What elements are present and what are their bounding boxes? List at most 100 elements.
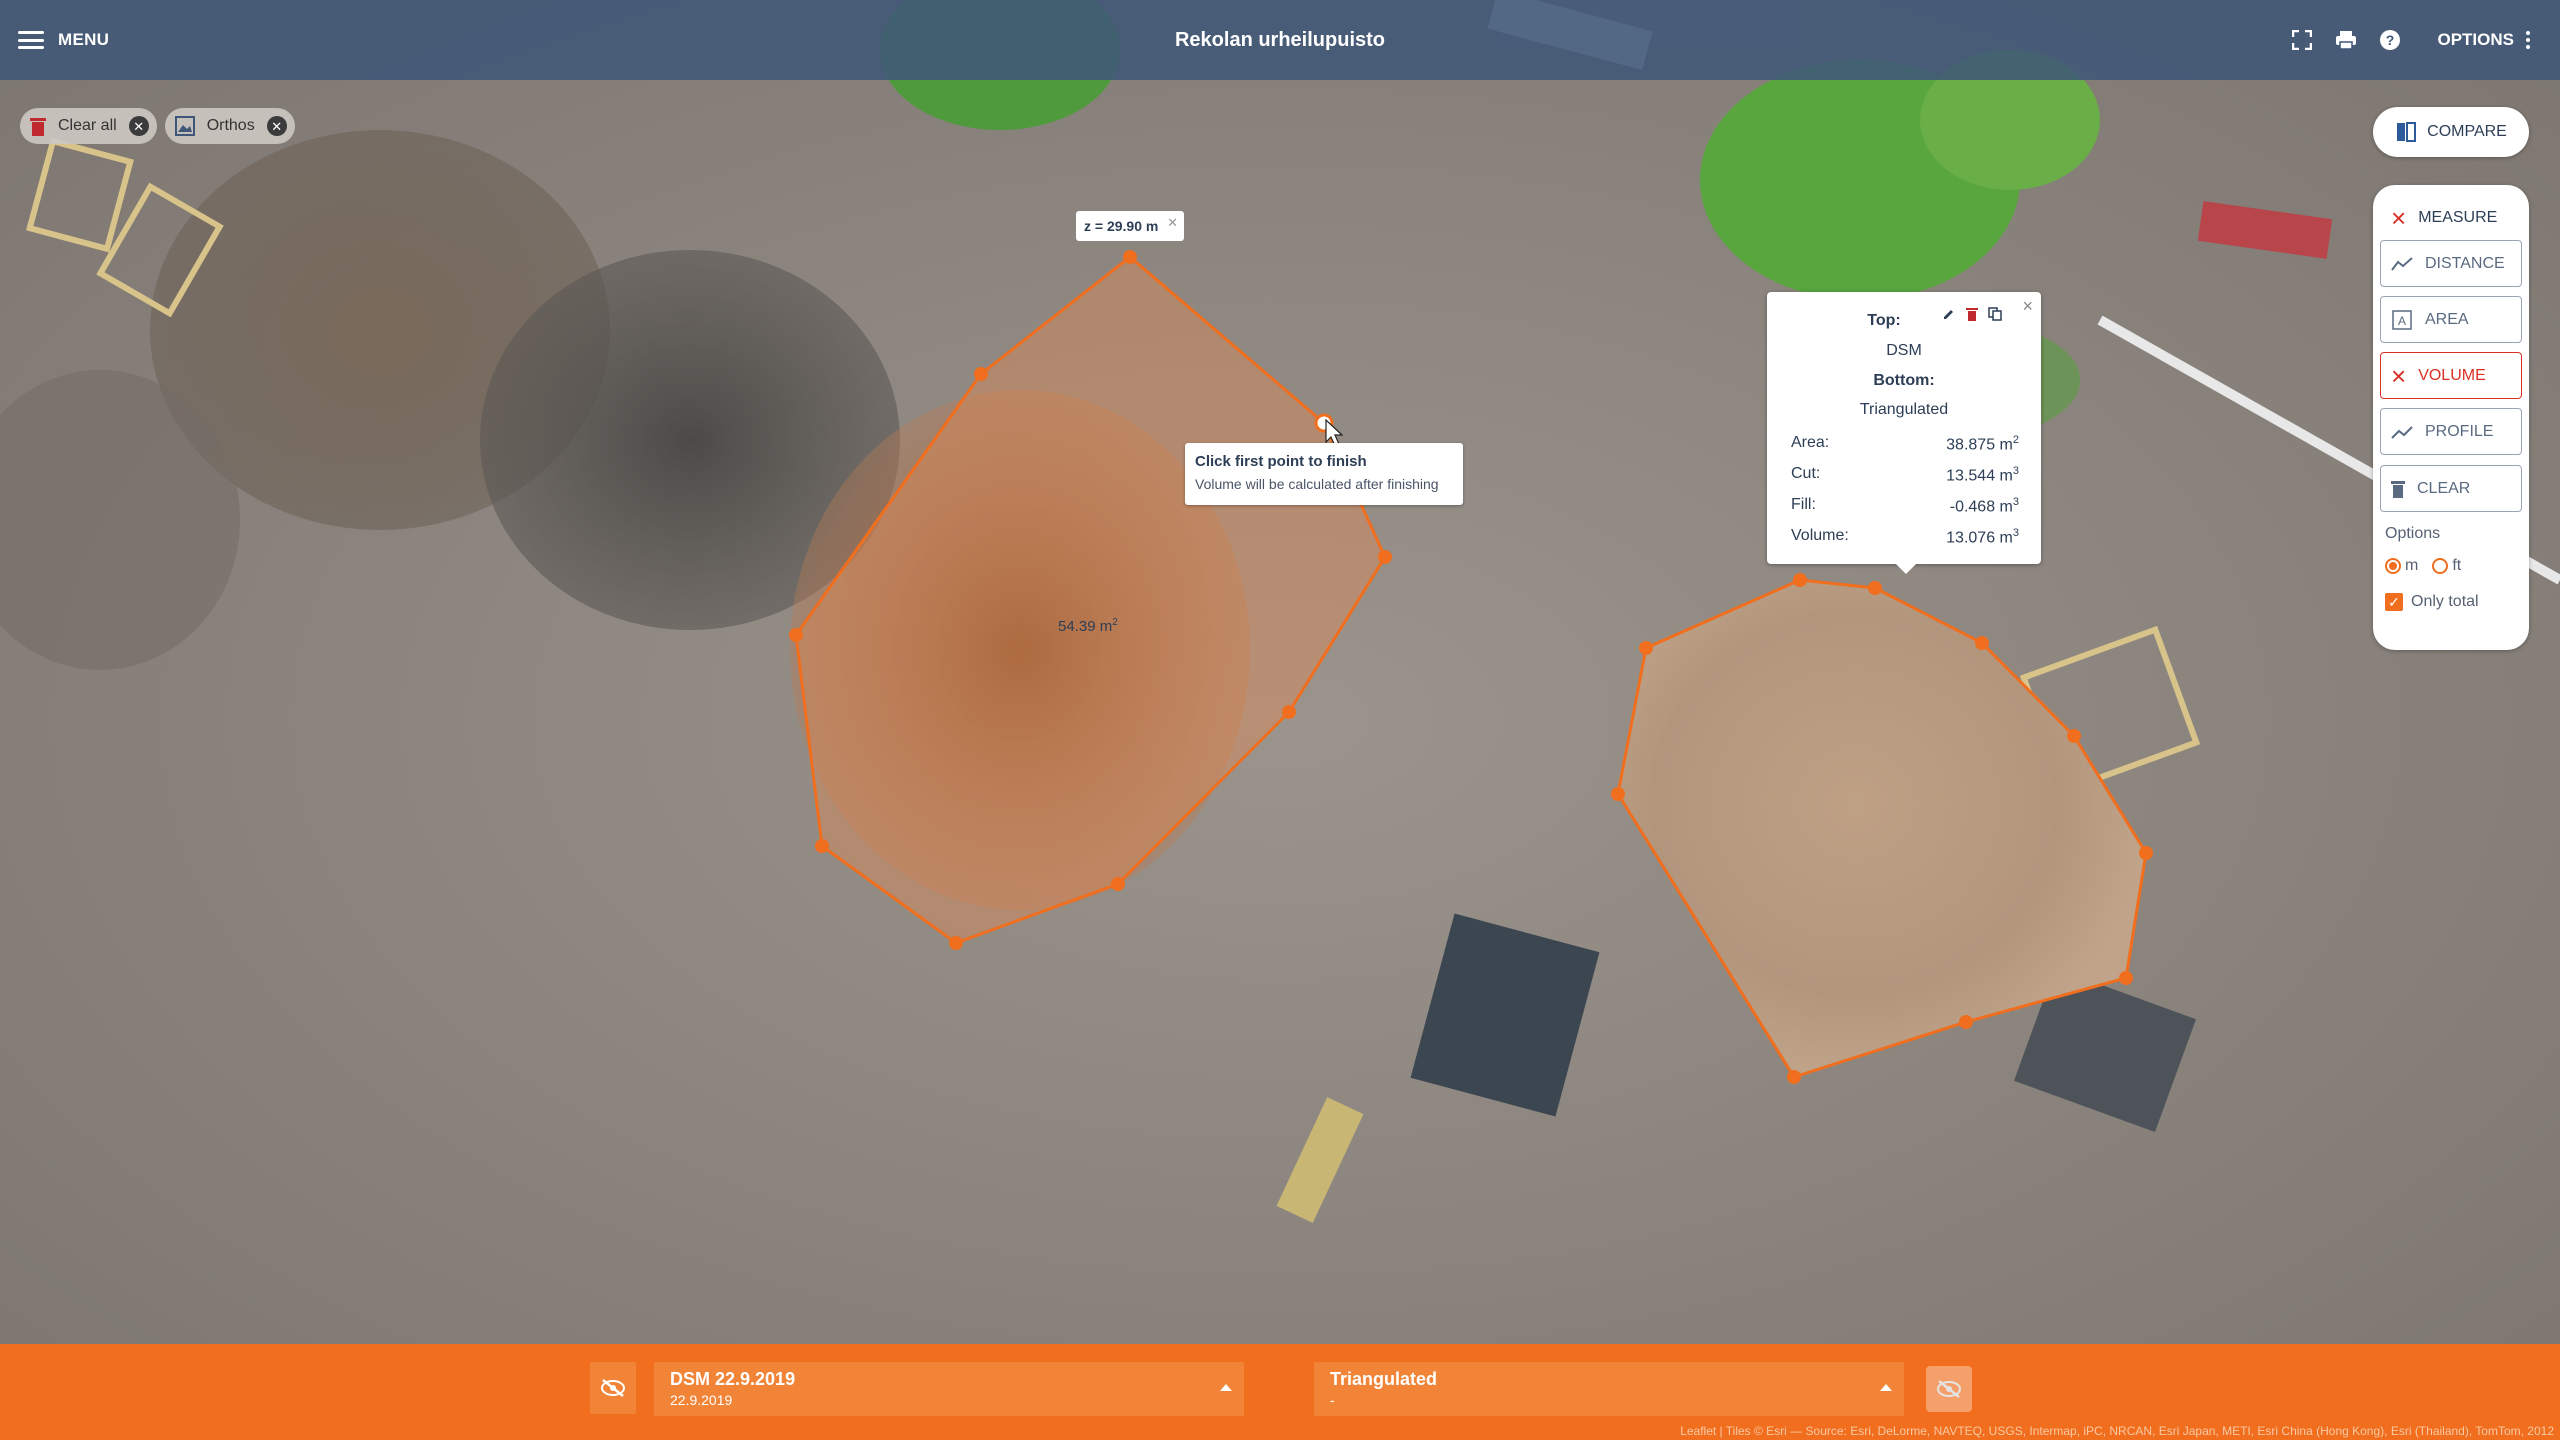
checkbox-label: Only total [2411, 593, 2479, 610]
hamburger-icon [18, 31, 44, 49]
trash-icon [2391, 480, 2405, 498]
caret-up-icon [1220, 1384, 1232, 1391]
area-value: 54.39 m [1058, 618, 1113, 635]
clear-button[interactable]: CLEAR [2380, 465, 2522, 512]
chip-label: Orthos [206, 117, 255, 134]
bottom-layer-select[interactable]: Triangulated - [1314, 1362, 1904, 1416]
options-button[interactable]: OPTIONS [2437, 30, 2530, 50]
volume-result-popup: × Top: DSM Bottom: Triangulated Area: 38… [1767, 292, 2041, 574]
tool-label: MEASURE [2418, 208, 2498, 226]
trash-icon [30, 118, 46, 136]
checkbox-checked-icon: ✓ [2385, 593, 2403, 611]
row-label: Cut: [1791, 465, 1821, 482]
top-layer-select[interactable]: DSM 22.9.2019 22.9.2019 [654, 1362, 1244, 1416]
vertex-handle[interactable] [815, 839, 829, 853]
tool-label: VOLUME [2418, 366, 2486, 384]
distance-button[interactable]: DISTANCE [2380, 240, 2522, 287]
more-vert-icon [2526, 31, 2530, 49]
toggle-bottom-layer-button[interactable] [1926, 1366, 1972, 1412]
unit-exponent: 2 [2012, 434, 2019, 446]
close-icon[interactable]: × [2022, 296, 2033, 317]
vertex-handle[interactable] [1868, 581, 1882, 595]
vertex-handle[interactable] [2119, 971, 2133, 985]
print-icon[interactable] [2335, 29, 2357, 51]
polygon-area-label: 54.39 m2 [1058, 617, 1118, 635]
fullscreen-icon[interactable] [2291, 29, 2313, 51]
vertex-handle[interactable] [1378, 550, 1392, 564]
bottom-layer-name: Triangulated [1330, 1369, 1438, 1389]
close-icon: × [2391, 202, 2407, 233]
vertex-handle[interactable] [1639, 641, 1653, 655]
orthos-chip[interactable]: Orthos ✕ [164, 108, 295, 144]
svg-text:A: A [2398, 314, 2406, 328]
close-icon[interactable]: ✕ [266, 116, 287, 136]
radio-label: ft [2452, 557, 2462, 574]
vertex-handle[interactable] [949, 936, 963, 950]
hint-body: Volume will be calculated after finishin… [1195, 476, 1439, 492]
options-title: Options [2385, 525, 2441, 542]
unit-exponent: 3 [2012, 527, 2019, 539]
vertex-handle[interactable] [974, 367, 988, 381]
tool-label: DISTANCE [2425, 254, 2505, 272]
radio-label: m [2405, 557, 2419, 574]
fill-row: Fill: -0.468 m3 [1791, 496, 2019, 516]
hint-title: Click first point to finish [1195, 453, 1367, 470]
top-bar: MENU Rekolan urheilupuisto ? OPTIONS [0, 0, 2560, 80]
top-value: DSM [1886, 342, 1922, 359]
vertex-handle[interactable] [1793, 573, 1807, 587]
tool-label: AREA [2425, 310, 2469, 328]
chip-label: Clear all [58, 117, 117, 134]
toggle-top-layer-button[interactable] [590, 1362, 636, 1414]
caret-up-icon [1880, 1384, 1892, 1391]
profile-button[interactable]: PROFILE [2380, 408, 2522, 455]
measurement-overlay [789, 250, 2153, 1084]
measure-tools-panel: × MEASURE DISTANCE A AREA × VOLUME PROFI… [2373, 185, 2529, 650]
only-total-checkbox[interactable]: ✓ Only total [2385, 593, 2479, 611]
vertex-handle[interactable] [1611, 787, 1625, 801]
top-layer-date: 22.9.2019 [670, 1392, 733, 1408]
vertex-handle[interactable] [1975, 636, 1989, 650]
vertex-handle[interactable] [1123, 250, 1137, 264]
volume-polygon[interactable] [1616, 578, 2148, 1079]
volume-button[interactable]: × VOLUME [2380, 352, 2522, 399]
unit-exponent: 3 [2012, 496, 2019, 508]
elevation-value: z = 29.90 m [1084, 218, 1159, 234]
image-icon [174, 116, 195, 136]
top-layer-name: DSM 22.9.2019 [670, 1369, 796, 1389]
clear-all-chip[interactable]: Clear all ✕ [20, 108, 157, 144]
page-title: Rekolan urheilupuisto [1174, 29, 1386, 51]
map-attribution[interactable]: Leaflet | Tiles © Esri — Source: Esri, D… [1680, 1424, 2554, 1438]
vertex-handle[interactable] [1111, 877, 1125, 891]
area-unit-exponent: 2 [1112, 617, 1118, 628]
help-icon[interactable]: ? [2379, 29, 2401, 51]
bottom-layer-bar: DSM 22.9.2019 22.9.2019 Triangulated - L… [0, 1344, 2560, 1440]
svg-text:?: ? [2386, 32, 2395, 48]
close-icon: × [2391, 360, 2407, 391]
close-icon[interactable]: ✕ [1167, 215, 1178, 231]
unit-m-radio[interactable]: m [2385, 557, 2418, 575]
eye-off-icon [601, 1379, 625, 1397]
area-button[interactable]: A AREA [2380, 296, 2522, 343]
profile-icon [2391, 425, 2413, 439]
eye-off-icon [1937, 1380, 1961, 1398]
bottom-value: Triangulated [1859, 401, 1949, 418]
bottom-layer-sub: - [1330, 1392, 1335, 1408]
vertex-handle[interactable] [1787, 1070, 1801, 1084]
vertex-handle[interactable] [1959, 1015, 1973, 1029]
menu-label: MENU [58, 30, 110, 49]
tool-label: CLEAR [2417, 479, 2471, 497]
unit-ft-radio[interactable]: ft [2432, 557, 2461, 575]
vertex-handle[interactable] [1282, 705, 1296, 719]
vertex-handle[interactable] [789, 628, 803, 642]
unit-radio-group: m ft [2385, 557, 2461, 575]
radio-unchecked-icon [2432, 558, 2449, 574]
vertex-handle[interactable] [2139, 846, 2153, 860]
measure-button[interactable]: × MEASURE [2380, 194, 2522, 241]
menu-button[interactable]: MENU [18, 0, 109, 80]
drawing-volume-polygon[interactable] [794, 255, 1387, 945]
compare-button[interactable]: COMPARE [2373, 107, 2529, 157]
close-icon[interactable]: ✕ [128, 116, 149, 136]
vertex-handle[interactable] [2067, 729, 2081, 743]
tool-label: PROFILE [2425, 422, 2494, 440]
row-value: 38.875 m [1946, 436, 2013, 454]
